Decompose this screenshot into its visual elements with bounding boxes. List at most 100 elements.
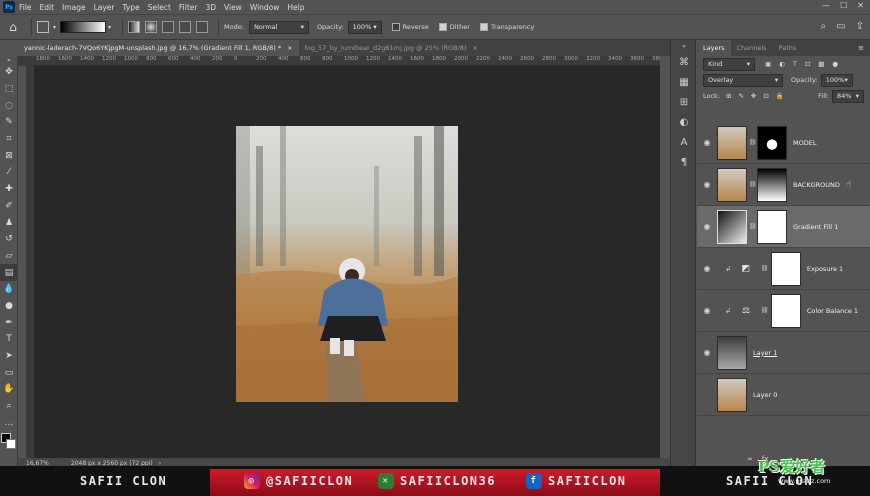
eye-icon[interactable]: ◉ <box>697 264 717 273</box>
close-icon[interactable]: ✕ <box>857 1 864 10</box>
history-brush-tool-icon[interactable]: ↺ <box>0 231 18 248</box>
document-image[interactable] <box>236 126 458 402</box>
share-icon[interactable]: ⇪ <box>856 21 864 32</box>
chevron-down-icon[interactable]: ▾ <box>53 24 56 31</box>
clone-stamp-tool-icon[interactable]: ♟ <box>0 214 18 231</box>
type-filter-icon[interactable]: T <box>793 60 797 68</box>
menu-window[interactable]: Window <box>250 3 280 12</box>
marquee-tool-icon[interactable]: ⬚ <box>0 81 18 98</box>
brush-tool-icon[interactable]: ✐ <box>0 198 18 215</box>
eye-icon[interactable]: ◉ <box>697 348 717 357</box>
menu-view[interactable]: View <box>224 3 242 12</box>
type-tool-icon[interactable]: T <box>0 331 18 348</box>
properties-icon[interactable]: ⊞ <box>671 92 697 112</box>
layer-name[interactable]: Layer 1 <box>753 349 777 357</box>
layer-name[interactable]: Color Balance 1 <box>807 307 858 315</box>
frame-tool-icon[interactable]: ⊠ <box>0 147 18 164</box>
horizontal-ruler[interactable]: 1800 1600 1400 1200 1000 800 600 400 200 0 200 400 6… <box>34 56 660 66</box>
menu-image[interactable]: Image <box>62 3 86 12</box>
lock-pixels-icon[interactable]: ⊞ <box>726 92 731 100</box>
dodge-tool-icon[interactable]: ● <box>0 298 18 315</box>
lock-artboard-icon[interactable]: ⊡ <box>763 92 768 100</box>
document-tab[interactable]: yannic-laderach-7VQo6YKjpgM-unsplash.jpg… <box>18 40 299 56</box>
adjustments-icon[interactable]: ◐ <box>671 112 697 132</box>
path-select-tool-icon[interactable]: ➤ <box>0 348 18 365</box>
eyedropper-tool-icon[interactable]: ⁄ <box>0 164 18 181</box>
link-icon[interactable]: ⛓ <box>749 139 757 146</box>
menu-edit[interactable]: Edit <box>40 3 55 12</box>
link-icon[interactable]: ⛓ <box>749 223 757 230</box>
link-icon[interactable]: ⛓ <box>749 181 757 188</box>
hand-tool-icon[interactable]: ✋ <box>0 381 18 398</box>
color-swatches[interactable] <box>0 431 18 457</box>
diamond-gradient-button[interactable] <box>196 21 209 33</box>
home-icon[interactable]: ⌂ <box>0 14 26 40</box>
lock-position-icon[interactable]: ✥ <box>751 92 756 100</box>
layer-gradient-fill[interactable]: ◉ ⛓ Gradient Fill 1 <box>697 206 870 248</box>
angle-gradient-button[interactable] <box>162 21 175 33</box>
layer-name[interactable]: MODEL <box>793 139 816 147</box>
paragraph-icon[interactable]: ¶ <box>671 152 697 172</box>
menu-layer[interactable]: Layer <box>94 3 115 12</box>
link-icon[interactable]: ⛓ <box>761 307 769 314</box>
blur-tool-icon[interactable]: 💧 <box>0 281 18 298</box>
layer-exposure[interactable]: ◉ ↲ ◩ ⛓ Exposure 1 <box>697 248 870 290</box>
close-icon[interactable]: × <box>287 44 292 52</box>
layer-1[interactable]: ◉ Layer 1 <box>697 332 870 374</box>
link-icon[interactable]: ⛓ <box>761 265 769 272</box>
mode-select[interactable]: Normal ▾ <box>248 20 309 34</box>
shape-filter-icon[interactable]: ⊡ <box>805 60 810 68</box>
background-color[interactable] <box>6 439 16 450</box>
chevron-down-icon[interactable]: ▾ <box>108 24 111 31</box>
collapse-icon[interactable]: » <box>0 56 18 64</box>
eye-icon[interactable]: ◉ <box>697 138 717 147</box>
menu-filter[interactable]: Filter <box>179 3 198 12</box>
reflected-gradient-button[interactable] <box>179 21 192 33</box>
tab-channels[interactable]: Channels <box>731 40 773 56</box>
search-icon[interactable]: ⌕ <box>821 21 827 32</box>
eye-icon[interactable]: ◉ <box>697 180 717 189</box>
menu-select[interactable]: Select <box>148 3 171 12</box>
menu-3d[interactable]: 3D <box>205 3 216 12</box>
radial-gradient-button[interactable] <box>145 21 158 33</box>
transparency-checkbox[interactable] <box>479 23 488 31</box>
filter-toggle-icon[interactable]: ● <box>832 60 838 68</box>
reverse-checkbox[interactable] <box>391 23 400 31</box>
layer-model[interactable]: ◉ ⛓ MODEL <box>697 122 870 164</box>
pixel-filter-icon[interactable]: ▣ <box>765 60 771 68</box>
layer-opacity-input[interactable]: 100% ▾ <box>820 73 853 87</box>
blend-mode-select[interactable]: Overlay ▾ <box>703 73 783 87</box>
gradient-preview[interactable] <box>60 21 107 33</box>
workspace-icon[interactable]: ▭ <box>836 21 845 32</box>
layer-0[interactable]: Layer 0 <box>697 374 870 416</box>
menu-help[interactable]: Help <box>287 3 304 12</box>
zoom-tool-icon[interactable]: ⌕ <box>0 398 18 415</box>
close-icon[interactable]: × <box>473 44 478 52</box>
dither-checkbox[interactable] <box>438 23 447 31</box>
shape-tool-icon[interactable]: ▭ <box>0 364 18 381</box>
gradient-tool-icon[interactable]: ▤ <box>0 264 18 281</box>
eraser-tool-icon[interactable]: ▱ <box>0 248 18 265</box>
pen-tool-icon[interactable]: ✒ <box>0 314 18 331</box>
layer-background[interactable]: ◉ ⛓ BACKGROUND ☝ <box>697 164 870 206</box>
linear-gradient-button[interactable] <box>128 21 141 33</box>
menu-file[interactable]: File <box>19 3 32 12</box>
tool-preset-icon[interactable] <box>37 21 49 33</box>
lock-all-icon[interactable]: 🔒 <box>776 92 784 100</box>
eye-icon[interactable]: ◉ <box>697 306 717 315</box>
healing-brush-tool-icon[interactable]: ✚ <box>0 181 18 198</box>
quick-select-tool-icon[interactable]: ✎ <box>0 114 18 131</box>
kind-filter-select[interactable]: Kind ▾ <box>703 57 755 71</box>
layer-name[interactable]: Layer 0 <box>753 391 777 399</box>
crop-tool-icon[interactable]: ⌗ <box>0 131 18 148</box>
layer-color-balance[interactable]: ◉ ↲ ⚖ ⛓ Color Balance 1 <box>697 290 870 332</box>
tab-paths[interactable]: Paths <box>773 40 803 56</box>
minimize-icon[interactable]: — <box>822 1 830 10</box>
more-tools-icon[interactable]: … <box>0 414 18 431</box>
layer-name[interactable]: BACKGROUND <box>793 181 840 189</box>
menu-type[interactable]: Type <box>123 3 140 12</box>
lock-paint-icon[interactable]: ✎ <box>738 92 743 100</box>
maximize-icon[interactable]: ☐ <box>840 1 847 10</box>
vertical-ruler[interactable] <box>26 66 34 458</box>
lasso-tool-icon[interactable]: ◌ <box>0 97 18 114</box>
